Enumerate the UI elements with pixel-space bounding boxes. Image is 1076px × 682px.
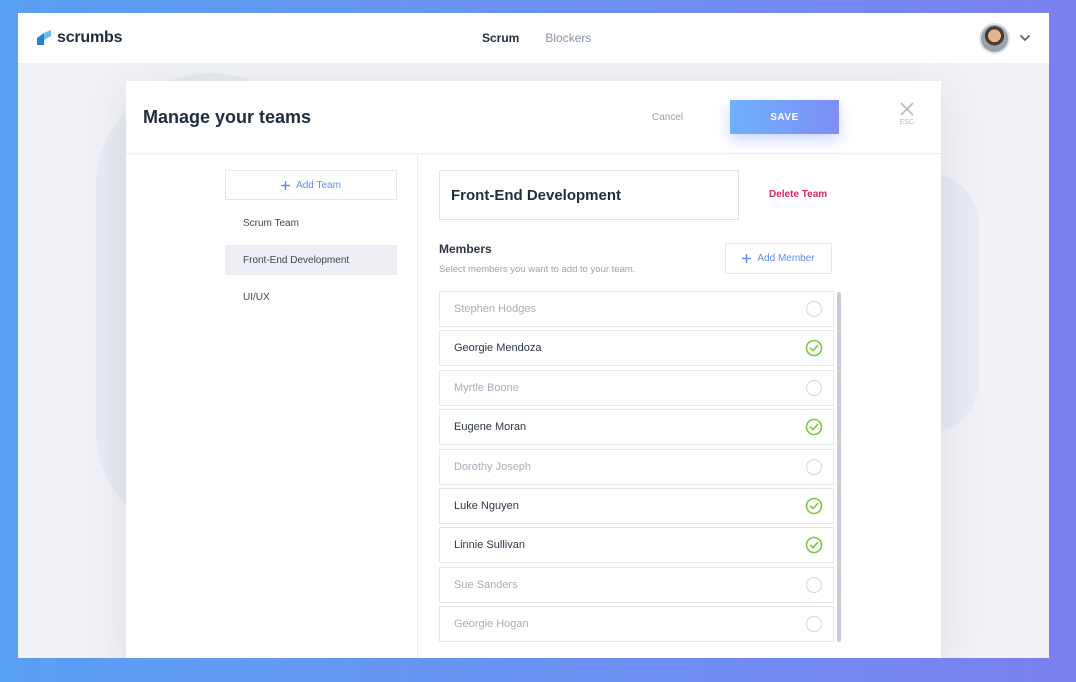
member-name: Luke Nguyen (454, 500, 519, 512)
nav-scrum[interactable]: Scrum (482, 31, 519, 45)
member-row[interactable]: Sue Sanders (439, 566, 834, 603)
chevron-down-icon[interactable] (1019, 32, 1031, 44)
nav-blockers[interactable]: Blockers (545, 31, 591, 45)
save-button[interactable]: SAVE (730, 100, 839, 134)
check-circle-icon[interactable] (805, 497, 823, 515)
team-item-ui-ux[interactable]: UI/UX (225, 282, 397, 312)
app-window: scrumbs Scrum Blockers Manage your teams… (18, 13, 1049, 658)
main-nav: Scrum Blockers (482, 31, 591, 45)
add-team-button[interactable]: Add Team (225, 170, 397, 200)
empty-circle-icon[interactable] (805, 615, 823, 633)
close-button[interactable]: ESC (898, 101, 916, 129)
plus-icon (742, 254, 752, 263)
member-row[interactable]: Georgie Hogan (439, 606, 834, 643)
brand-name: scrumbs (57, 29, 123, 46)
member-name: Georgie Hogan (454, 618, 529, 631)
member-list-scrollbar[interactable] (837, 292, 841, 642)
header-divider (126, 153, 941, 154)
avatar[interactable] (979, 23, 1010, 54)
top-bar: scrumbs Scrum Blockers (18, 13, 1049, 63)
esc-label: ESC (899, 119, 915, 126)
cancel-button[interactable]: Cancel (652, 112, 683, 123)
brand-logo[interactable]: scrumbs (36, 27, 122, 49)
add-team-label: Add Team (296, 179, 341, 191)
manage-teams-modal: Manage your teams Cancel SAVE ESC Add Te… (126, 81, 941, 658)
team-item-scrum-team[interactable]: Scrum Team (225, 208, 397, 238)
plus-icon (281, 180, 291, 190)
members-heading: Members (439, 242, 492, 256)
check-circle-icon[interactable] (805, 536, 823, 554)
modal-title: Manage your teams (143, 107, 312, 127)
delete-team-button[interactable]: Delete Team (769, 189, 827, 200)
member-row[interactable]: Dorothy Joseph (439, 448, 834, 485)
member-row[interactable]: Eugene Moran (439, 409, 834, 446)
empty-circle-icon[interactable] (805, 458, 823, 476)
empty-circle-icon[interactable] (805, 379, 823, 397)
member-row[interactable]: Myrtle Boone (439, 369, 834, 406)
member-name: Georgie Mendoza (454, 342, 542, 355)
member-row[interactable]: Luke Nguyen (439, 488, 834, 524)
empty-circle-icon[interactable] (805, 300, 823, 318)
column-divider (417, 153, 418, 658)
member-list: Stephen Hodges Georgie Mendoza Myrtle Boon… (439, 291, 834, 651)
add-member-label: Add Member (757, 253, 815, 264)
member-name: Dorothy Joseph (454, 460, 532, 473)
member-name: Linnie Sullivan (454, 539, 525, 552)
member-name: Stephen Hodges (454, 303, 536, 315)
close-icon (900, 102, 914, 116)
member-name: Sue Sanders (454, 578, 518, 591)
member-row[interactable]: Linnie Sullivan (439, 527, 834, 564)
check-circle-icon[interactable] (805, 339, 823, 357)
team-name-field[interactable]: Front-End Development (439, 170, 739, 220)
member-name: Myrtle Boone (454, 381, 519, 394)
members-subtitle: Select members you want to add to your t… (439, 264, 636, 275)
add-member-button[interactable]: Add Member (725, 243, 832, 274)
member-row[interactable]: Georgie Mendoza (439, 330, 834, 367)
empty-circle-icon[interactable] (805, 576, 823, 594)
team-item-front-end-development[interactable]: Front-End Development (225, 245, 397, 275)
check-circle-icon[interactable] (805, 418, 823, 436)
member-name: Eugene Moran (454, 421, 527, 434)
member-row[interactable]: Stephen Hodges (439, 291, 834, 327)
scrumbs-logo-icon (37, 30, 51, 45)
